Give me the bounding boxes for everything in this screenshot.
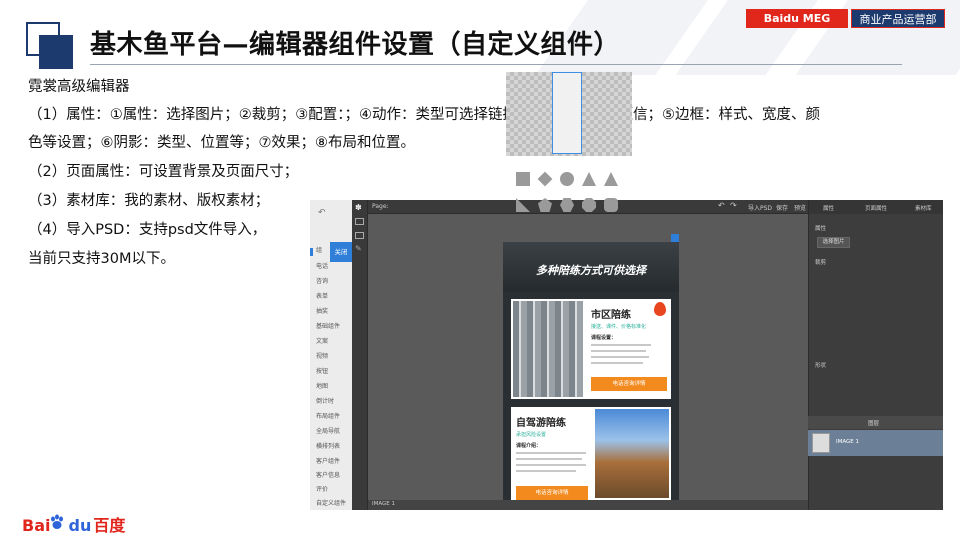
card-label: 课程设置： xyxy=(591,335,617,341)
undo-icon[interactable]: ↶ xyxy=(318,208,326,218)
import-psd-button[interactable]: 导入PSD xyxy=(748,203,772,212)
text-line xyxy=(516,470,576,472)
sidebar-item[interactable]: 地图 xyxy=(316,381,328,390)
suv-photo xyxy=(595,409,669,498)
sidebar-item[interactable]: 文案 xyxy=(316,336,328,345)
hot-badge-icon xyxy=(654,302,666,316)
department-tag: 商业产品运营部 xyxy=(851,9,945,28)
sidebar-group: 基础组件 xyxy=(316,323,341,330)
text-line xyxy=(516,464,586,466)
select-image-button[interactable]: 选择图片 xyxy=(817,237,850,248)
tab-asset-library[interactable]: 素材库 xyxy=(915,204,932,212)
baidu-logo: Bai du 百度 xyxy=(22,516,126,535)
status-bar: IMAGE 1 xyxy=(368,500,808,510)
properties-panel: 属性 页面属性 素材库 属性 选择图片 裁剪 形状 xyxy=(808,200,943,510)
layer-row[interactable]: IMAGE 1 xyxy=(808,430,943,456)
frame-tool-icon[interactable] xyxy=(355,232,364,239)
close-button[interactable]: 关闭 xyxy=(330,242,352,262)
sidebar-group: 客户组件 xyxy=(316,458,341,465)
selected-indicator xyxy=(310,248,313,256)
sidebar-item[interactable]: 组 xyxy=(316,245,322,254)
body-line: （1）属性：①属性：选择图片；②裁剪；③配置：；④动作：类型可选择链接、电话、下… xyxy=(28,107,820,123)
pen-tool-icon[interactable]: ✎ xyxy=(355,244,362,253)
sidebar-item[interactable]: 横排列表 xyxy=(316,441,340,450)
card-city: 市区陪练 接送、课件、价格标准化 课程设置： 电话咨询详情 xyxy=(511,299,671,399)
sidebar-item[interactable]: 电话 xyxy=(316,261,328,270)
card-subtitle: 接送、课件、价格标准化 xyxy=(591,324,647,330)
square-shape-icon[interactable] xyxy=(516,172,530,186)
body-line: 色等设置；⑥阴影：类型、位置等；⑦效果；⑧布局和位置。 xyxy=(28,135,415,151)
layer-name: IMAGE 1 xyxy=(836,439,860,445)
undo-icon[interactable]: ↶ xyxy=(718,201,725,210)
page-label: Page: xyxy=(372,203,389,210)
redo-icon[interactable]: ↷ xyxy=(730,201,737,210)
section-heading: 霓裳高级编辑器 xyxy=(28,79,130,95)
brand-tag: Baidu MEG xyxy=(746,9,848,28)
crop-thumbnail[interactable] xyxy=(552,72,582,154)
status-text: IMAGE 1 xyxy=(372,501,396,507)
text-line xyxy=(591,356,649,358)
sidebar-item[interactable]: 抽奖 xyxy=(316,306,328,315)
call-button[interactable]: 电话咨询详情 xyxy=(591,377,667,391)
poster-header: 多种陪练方式可供选择 xyxy=(503,242,679,292)
tab-property[interactable]: 属性 xyxy=(823,204,834,212)
sidebar-item[interactable]: 评价 xyxy=(316,484,328,493)
body-line: 当前只支持30M以下。 xyxy=(28,251,175,267)
traffic-photo xyxy=(513,301,583,397)
card-label: 课程介绍： xyxy=(516,443,542,449)
section-property[interactable]: 属性 xyxy=(815,224,826,232)
text-line xyxy=(591,344,651,346)
call-button[interactable]: 电话咨询详情 xyxy=(516,486,588,500)
page-title: 基木鱼平台—编辑器组件设置（自定义组件） xyxy=(90,30,621,60)
save-button[interactable]: 保存 xyxy=(776,203,788,212)
sidebar-item[interactable]: 视频 xyxy=(316,351,328,360)
layers-header: 图层 xyxy=(808,416,943,429)
tool-strip: ✽ ✎ xyxy=(352,200,368,510)
triangle-shape-icon[interactable] xyxy=(604,172,618,186)
text-line xyxy=(591,362,643,364)
panel-tabs: 属性 页面属性 素材库 xyxy=(809,200,943,214)
card-subtitle: 承担风险设置 xyxy=(516,432,547,438)
sidebar-item[interactable]: 咨询 xyxy=(316,276,328,285)
card-road-trip: 自驾游陪练 承担风险设置 课程介绍： 电话咨询详情 xyxy=(511,407,671,500)
poster-headline: 多种陪练方式可供选择 xyxy=(536,264,646,277)
section-shape[interactable]: 形状 xyxy=(815,361,826,369)
body-line: （2）页面属性：可设置背景及页面尺寸； xyxy=(28,164,299,180)
text-line xyxy=(516,458,582,460)
text-line xyxy=(591,350,646,352)
card-title: 市区陪练 xyxy=(591,310,631,321)
sidebar-item[interactable]: 自定义组件 xyxy=(316,498,346,507)
body-line: （4）导入PSD：支持psd文件导入， xyxy=(28,222,267,238)
page-preview[interactable]: 多种陪练方式可供选择 市区陪练 接送、课件、价格标准化 课程设置： 电话咨询详情… xyxy=(503,242,679,500)
baidu-paw-icon xyxy=(51,514,63,529)
body-line: （3）素材库：我的素材、版权素材； xyxy=(28,193,270,209)
layers-tool-icon[interactable] xyxy=(355,218,364,225)
triangle-shape-icon[interactable] xyxy=(582,172,596,186)
card-title: 自驾游陪练 xyxy=(516,418,566,429)
rounded-square-shape-icon[interactable] xyxy=(604,198,618,212)
paw-icon[interactable]: ✽ xyxy=(355,203,362,212)
circle-shape-icon[interactable] xyxy=(560,172,574,186)
preview-button[interactable]: 预览 xyxy=(794,203,806,212)
sidebar-item[interactable]: 按钮 xyxy=(316,366,328,375)
section-crop[interactable]: 裁剪 xyxy=(815,258,826,266)
sidebar-item[interactable]: 全局导航 xyxy=(316,426,340,435)
title-divider xyxy=(90,64,902,65)
text-line xyxy=(516,452,586,454)
diamond-shape-icon[interactable] xyxy=(537,171,553,187)
selection-handle[interactable] xyxy=(671,234,679,242)
tab-page-property[interactable]: 页面属性 xyxy=(865,204,887,212)
layer-thumbnail xyxy=(812,433,830,453)
sidebar-item[interactable]: 客户信息 xyxy=(316,470,340,479)
sidebar-item[interactable]: 表单 xyxy=(316,291,328,300)
sidebar-group: 布局组件 xyxy=(316,413,341,420)
sidebar-item[interactable]: 倒计时 xyxy=(316,396,334,405)
layers-title: 图层 xyxy=(868,421,880,427)
title-decoration-fill xyxy=(39,35,73,69)
